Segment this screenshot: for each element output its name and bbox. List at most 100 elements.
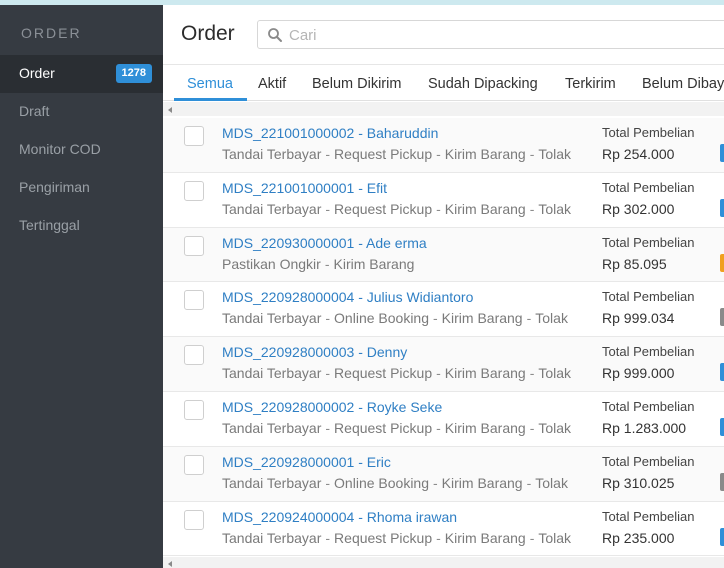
order-action-link[interactable]: Tandai Terbayar [222,530,321,546]
status-tabs: Semua Aktif Belum Dikirim Sudah Dipackin… [163,64,724,101]
order-actions: Tandai Terbayar - Request Pickup - Kirim Bar… [222,365,571,381]
horizontal-scrollbar[interactable] [163,102,724,116]
tab-terkirim[interactable]: Terkirim [565,76,616,92]
order-action-link[interactable]: Request Pickup [334,146,432,162]
sidebar-nav: Order 1278 Draft Monitor COD Pengiriman … [0,55,163,245]
order-action-link[interactable]: Tandai Terbayar [222,475,321,491]
order-action-link[interactable]: Pastikan Ongkir [222,256,321,272]
total-value: Rp 999.000 [602,365,675,382]
status-badge [720,198,724,217]
order-action-link[interactable]: Tandai Terbayar [222,201,321,217]
search-input[interactable] [289,24,719,46]
order-action-link[interactable]: Kirim Barang [445,530,526,546]
order-action-link[interactable]: Tandai Terbayar [222,310,321,326]
action-separator: - [325,529,331,546]
total-value: Rp 1.283.000 [602,419,687,436]
sidebar-item-pengiriman[interactable]: Pengiriman [0,169,163,207]
action-separator: - [324,255,330,272]
tab-belum-dibayar[interactable]: Belum Dibay [642,76,724,92]
total-value: Rp 235.000 [602,529,675,546]
sidebar-item-order[interactable]: Order 1278 [0,55,163,93]
status-badge [720,417,724,436]
action-separator: - [529,365,535,382]
action-separator: - [436,529,441,546]
action-separator: - [529,529,535,546]
sidebar-item-label: Order [19,65,55,81]
order-action-link[interactable]: Online Booking [334,475,429,491]
order-id-link[interactable]: MDS_221001000002 - Baharuddin [222,125,438,141]
order-action-link[interactable]: Request Pickup [334,420,432,436]
sidebar-item-tertinggal[interactable]: Tertinggal [0,207,163,245]
order-action-link[interactable]: Request Pickup [334,201,432,217]
order-id-link[interactable]: MDS_220930000001 - Ade erma [222,235,427,251]
total-label: Total Pembelian [602,453,695,469]
order-action-link[interactable]: Kirim Barang [445,365,526,381]
order-row[interactable]: MDS_220928000003 - Denny Tandai Terbayar -… [163,337,724,392]
scroll-left-arrow-icon[interactable] [168,561,172,567]
order-action-link[interactable]: Tandai Terbayar [222,146,321,162]
tab-semua[interactable]: Semua [187,76,233,92]
order-action-link[interactable]: Kirim Barang [442,475,523,491]
sidebar-item-monitor-cod[interactable]: Monitor COD [0,131,163,169]
order-action-link[interactable]: Tolak [538,420,571,436]
row-checkbox[interactable] [184,180,204,201]
order-id-link[interactable]: MDS_220928000004 - Julius Widiantoro [222,289,473,305]
order-action-link[interactable]: Kirim Barang [334,256,415,272]
sidebar-item-draft[interactable]: Draft [0,93,163,131]
order-id-link[interactable]: MDS_220928000001 - Eric [222,454,391,470]
order-action-link[interactable]: Kirim Barang [445,201,526,217]
order-row[interactable]: MDS_220930000001 - Ade erma Pastikan Ongk… [163,227,724,283]
action-separator: - [529,146,535,162]
search-box[interactable] [257,20,724,49]
order-action-link[interactable]: Tolak [535,475,568,491]
scroll-left-arrow-icon[interactable] [168,107,172,113]
order-id-link[interactable]: MDS_220928000002 - Royke Seke [222,399,442,415]
order-action-link[interactable]: Tolak [535,310,568,326]
row-checkbox[interactable] [184,290,204,311]
order-id-link[interactable]: MDS_221001000001 - Efit [222,180,387,196]
total-label: Total Pembelian [602,125,695,140]
tab-belum-dikirim[interactable]: Belum Dikirim [312,76,401,92]
order-action-link[interactable]: Request Pickup [334,365,432,381]
row-checkbox[interactable] [184,126,204,146]
row-checkbox[interactable] [184,509,204,530]
order-id-link[interactable]: MDS_220924000004 - Rhoma irawan [222,509,457,525]
order-row[interactable]: MDS_220928000002 - Royke Seke Tandai Terb… [163,391,724,447]
order-action-link[interactable]: Kirim Barang [445,146,526,162]
row-checkbox[interactable] [184,399,204,420]
row-checkbox[interactable] [184,345,204,366]
sidebar-item-label: Monitor COD [19,141,101,157]
order-actions: Tandai Terbayar - Request Pickup - Kirim Bar… [222,146,571,162]
order-row[interactable]: MDS_221001000002 - Baharuddin Tandai Terb… [163,118,724,173]
order-id-link[interactable]: MDS_220928000003 - Denny [222,344,407,360]
order-row[interactable]: MDS_221001000001 - Efit Tandai Terbayar - R… [163,172,724,228]
order-action-link[interactable]: Tolak [538,530,571,546]
row-checkbox[interactable] [184,454,204,475]
order-action-link[interactable]: Tolak [538,201,571,217]
order-action-link[interactable]: Tandai Terbayar [222,365,321,381]
order-action-link[interactable]: Tandai Terbayar [222,420,321,436]
total-value: Rp 999.034 [602,310,675,327]
order-action-link[interactable]: Online Booking [334,310,429,326]
order-row[interactable]: MDS_220924000004 - Rhoma irawan Tandai Te… [163,501,724,557]
total-label: Total Pembelian [602,344,695,360]
row-checkbox[interactable] [184,235,204,256]
order-action-link[interactable]: Kirim Barang [445,420,526,436]
tab-aktif[interactable]: Aktif [258,76,286,92]
total-label: Total Pembelian [602,234,695,250]
order-count-badge: 1278 [115,64,152,83]
order-row[interactable]: MDS_220928000001 - Eric Tandai Terbayar - O… [163,446,724,502]
active-tab-indicator [174,98,247,101]
order-row[interactable]: MDS_220928000004 - Julius Widiantoro Tand… [163,282,724,338]
order-action-link[interactable]: Request Pickup [334,530,432,546]
horizontal-scrollbar-bottom[interactable] [163,557,724,568]
order-action-link[interactable]: Kirim Barang [442,310,523,326]
order-action-link[interactable]: Tolak [538,146,571,162]
tab-sudah-dipacking[interactable]: Sudah Dipacking [428,76,538,92]
order-action-link[interactable]: Tolak [538,365,571,381]
total-value: Rp 302.000 [602,200,675,217]
action-separator: - [325,310,331,327]
sidebar-section-title: ORDER [21,25,82,41]
action-separator: - [529,200,535,217]
total-value: Rp 310.025 [602,474,675,491]
